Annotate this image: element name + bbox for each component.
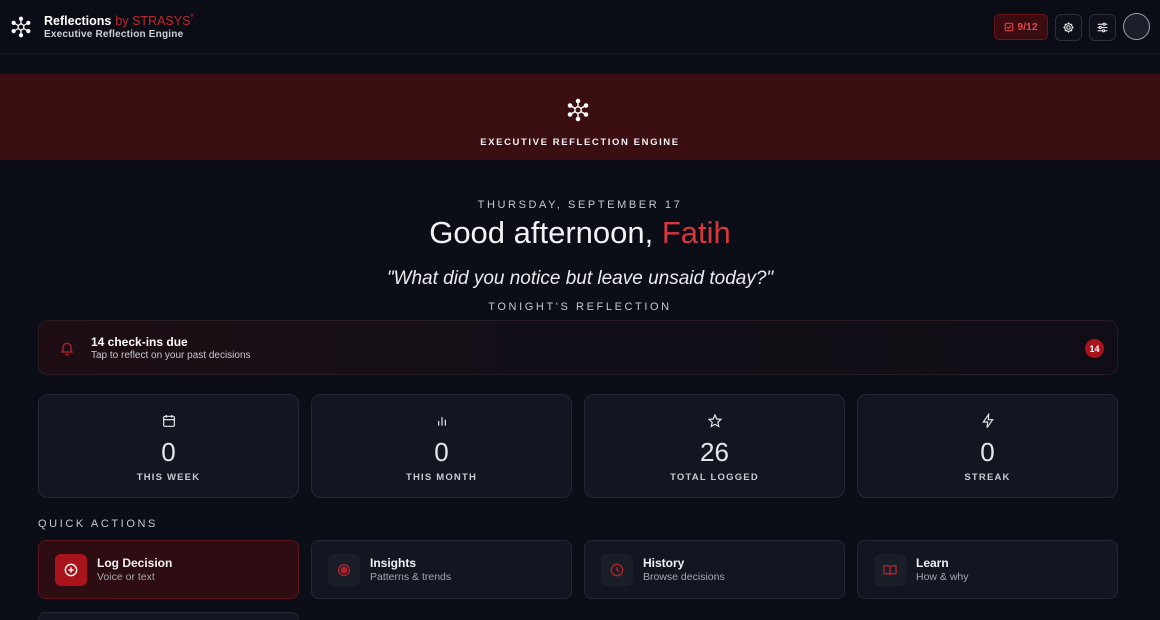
stat-value: 0	[980, 437, 995, 467]
engine-logo-icon	[567, 98, 589, 122]
history-button[interactable]: History Browse decisions	[584, 540, 845, 599]
star-icon	[707, 413, 723, 428]
action-subtitle: Voice or text	[97, 571, 155, 583]
action-icon-box	[55, 554, 87, 586]
log-decision-button[interactable]: Log Decision Voice or text	[38, 540, 299, 599]
action-title: History	[643, 556, 685, 570]
stat-this-week: 0 THIS WEEK	[38, 394, 299, 498]
quota-button[interactable]: 9/12	[994, 14, 1048, 40]
app-logo-icon[interactable]	[10, 16, 32, 38]
plus-circle-icon	[64, 563, 78, 577]
app-title: Reflections by STRASYS°	[44, 13, 194, 28]
bar-chart-icon	[438, 417, 446, 426]
stat-streak: 0 STREAK	[857, 394, 1118, 498]
stat-this-month: 0 THIS MONTH	[311, 394, 572, 498]
stat-total-logged: 26 TOTAL LOGGED	[584, 394, 845, 498]
action-subtitle: Browse decisions	[643, 571, 725, 583]
gear-icon	[1063, 22, 1074, 33]
action-title: Log Decision	[97, 556, 173, 570]
settings-button[interactable]	[1055, 14, 1082, 41]
user-name: Fatih	[661, 215, 731, 250]
action-icon-box	[328, 554, 360, 586]
learn-button[interactable]: Learn How & why	[857, 540, 1118, 599]
stat-label: STREAK	[964, 472, 1011, 483]
greeting-heading: Good afternoon, Fatih	[0, 215, 1160, 251]
app-by-line: by STRASYS	[115, 14, 191, 29]
stat-value: 0	[434, 437, 449, 467]
app-name: Reflections	[44, 14, 112, 29]
action-icon-box	[874, 554, 906, 586]
hero-title: EXECUTIVE REFLECTION ENGINE	[480, 137, 680, 148]
stat-value: 0	[161, 437, 176, 467]
sliders-icon	[1097, 22, 1108, 33]
calendar-icon	[163, 415, 175, 427]
target-icon	[338, 564, 350, 576]
checkins-subtitle: Tap to reflect on your past decisions	[91, 350, 251, 361]
greeting-prefix: Good afternoon,	[429, 215, 662, 250]
action-title: Learn	[916, 556, 949, 570]
insights-button[interactable]: Insights Patterns & trends	[311, 540, 572, 599]
stat-label: TOTAL LOGGED	[670, 472, 759, 483]
book-icon	[883, 565, 897, 576]
top-bar: Reflections by STRASYS° Executive Reflect…	[0, 0, 1160, 54]
checkins-title: 14 check-ins due	[91, 335, 188, 349]
current-date: THURSDAY, SEPTEMBER 17	[477, 199, 683, 211]
tonight-reflection-label: TONIGHT'S REFLECTION	[488, 301, 672, 313]
reflection-quote: "What did you notice but leave unsaid to…	[386, 268, 774, 289]
action-subtitle: Patterns & trends	[370, 571, 452, 583]
bell-icon	[60, 342, 74, 356]
lightning-icon	[982, 413, 994, 429]
action-subtitle: How & why	[916, 571, 969, 583]
quick-actions-heading: QUICK ACTIONS	[38, 518, 158, 530]
stat-value: 26	[700, 437, 729, 467]
filters-button[interactable]	[1089, 14, 1116, 41]
trademark-mark: °	[190, 13, 194, 22]
app-subtitle: Executive Reflection Engine	[44, 29, 184, 40]
checkins-count-badge: 14	[1085, 339, 1104, 358]
action-icon-box	[601, 554, 633, 586]
clock-icon	[610, 563, 624, 577]
checkins-due-card[interactable]: 14 check-ins due Tap to reflect on your …	[38, 320, 1118, 375]
stat-label: THIS WEEK	[136, 472, 201, 483]
stat-label: THIS MONTH	[405, 472, 478, 483]
checklist-icon	[1004, 22, 1014, 32]
user-avatar[interactable]	[1123, 13, 1150, 40]
quota-count: 9/12	[1017, 21, 1038, 33]
partial-action-card[interactable]	[38, 612, 299, 620]
action-title: Insights	[370, 556, 417, 570]
